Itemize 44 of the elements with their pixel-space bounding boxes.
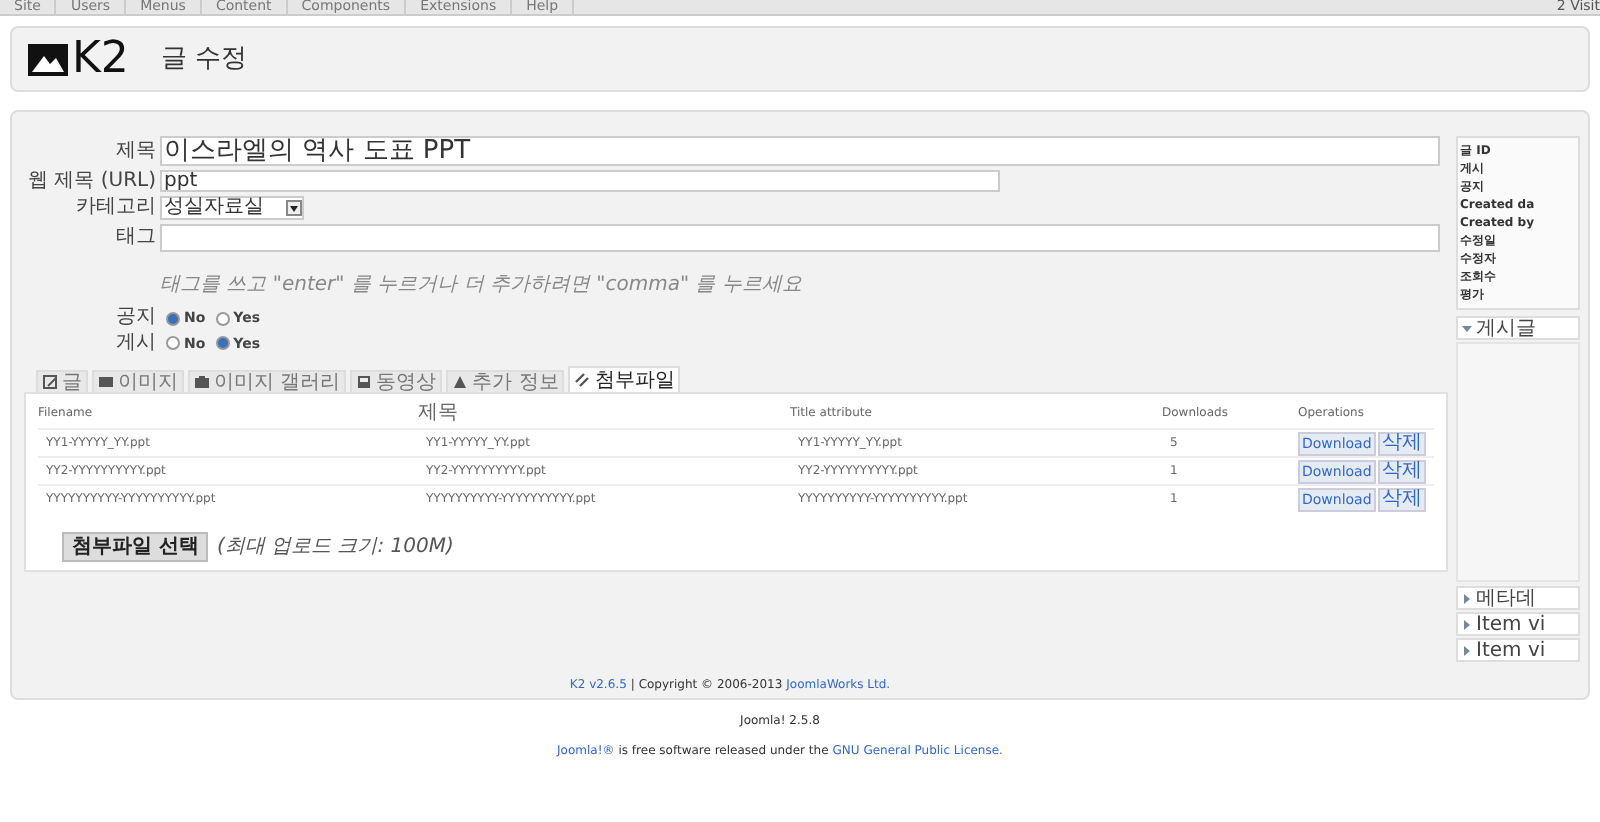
tab[interactable]: 글	[36, 370, 88, 392]
tab[interactable]: 이미지	[92, 370, 184, 392]
alias-field[interactable]: ppt	[160, 170, 1000, 192]
caret-right-icon	[1462, 593, 1472, 603]
field-label: 공지	[114, 308, 156, 329]
radio-button[interactable]	[166, 336, 180, 351]
field-label: 웹 제목 (URL)	[26, 171, 156, 191]
field-label: 제목	[114, 141, 156, 161]
choose-attachment-button[interactable]: 첨부파일 선택	[62, 532, 209, 562]
logo-text: K2	[72, 37, 129, 81]
category-select[interactable]: 성실자료실	[160, 196, 304, 220]
field-label: 태그	[114, 228, 156, 248]
caret-down-icon	[1462, 323, 1472, 333]
radio-button[interactable]	[215, 311, 230, 326]
tab[interactable]: 첨부파일	[568, 366, 681, 392]
film-icon	[356, 374, 373, 390]
caret-right-icon	[1462, 619, 1472, 629]
title-field[interactable]: 이스라엘의 역사 도표 PPT	[160, 136, 1440, 166]
radio-button[interactable]	[215, 336, 230, 351]
triangle-icon	[452, 374, 469, 390]
column-header: 제목	[418, 398, 790, 429]
tags-hint: 태그를 쓰고 "enter" 를 누르거나 더 추가하려면 "comma" 를 누르세요	[160, 274, 802, 296]
section-header[interactable]: 게시글	[1456, 316, 1580, 340]
pencil-square-icon	[42, 374, 58, 390]
camera-icon	[194, 374, 210, 390]
caret-right-icon	[1462, 645, 1472, 655]
delete-button[interactable]: 삭제	[1377, 487, 1426, 511]
picture-icon	[98, 374, 114, 390]
tab[interactable]: 이미지 갤러리	[188, 370, 347, 392]
radio-button[interactable]	[166, 311, 180, 326]
dropdown-caret-icon	[286, 200, 302, 216]
field-label: 게시	[114, 333, 156, 354]
section-header[interactable]: Item vi	[1456, 612, 1580, 636]
section-header[interactable]: Item vi	[1456, 638, 1580, 662]
tab[interactable]: 추가 정보	[446, 370, 565, 392]
upload-size-note: (최대 업로드 크기: 100M)	[216, 534, 454, 562]
field-label: 카테고리	[74, 198, 156, 218]
tags-field[interactable]	[160, 224, 1440, 252]
section-header[interactable]: 메타데	[1456, 586, 1580, 610]
delete-button[interactable]: 삭제	[1377, 459, 1426, 483]
tab[interactable]: 동영상	[350, 370, 443, 392]
delete-button[interactable]: 삭제	[1377, 431, 1426, 455]
mountain-logo-icon	[28, 43, 68, 75]
page-title: 글 수정	[160, 41, 248, 78]
